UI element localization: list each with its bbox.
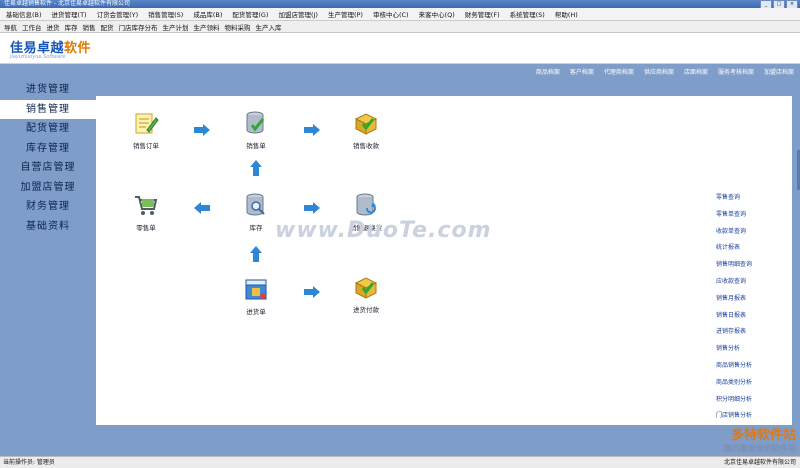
database-return-icon [356,193,376,216]
quick-links: 商品档案 客户档案 代理商档案 供应商档案 店面档案 服务考核档案 加盟店档案 [536,67,794,76]
link-points-analysis[interactable]: 积分明细分析 [716,392,776,409]
logo-band: 佳易卓越软件 Jiayizhuoyue Software [0,33,800,64]
flow-sales-order[interactable]: 销售订单 [116,110,176,150]
link-receivables[interactable]: 应收款查询 [716,274,776,291]
nav-inventory[interactable]: 库存管理 [0,139,96,159]
toolbar-production-plan[interactable]: 生产计划 [163,22,189,32]
toolbar-production-stockin[interactable]: 生产入库 [256,22,282,32]
flow-retail-slip[interactable]: 零售单 [116,192,176,232]
toolbar-sales[interactable]: 销售 [83,22,96,32]
link-receipt-query[interactable]: 收款单查询 [716,224,776,241]
arrow-right-icon [194,124,210,136]
nav-sales[interactable]: 销售管理 [0,99,96,119]
status-company: 北京佳易卓越软件有限公司 [723,459,796,466]
toolbar-material-requisition[interactable]: 生产领料 [194,22,220,32]
toolbar-distribution[interactable]: 配货 [101,22,114,32]
link-monthly-report[interactable]: 销售月报表 [716,291,776,308]
quicklink-product[interactable]: 商品档案 [536,67,560,76]
toolbar-navigation[interactable]: 导航 [4,22,17,32]
nav-basic-data[interactable]: 基础资料 [0,217,96,237]
quicklink-agent[interactable]: 代理商档案 [604,67,634,76]
menu-distribution[interactable]: 配货管理(G) [232,9,268,19]
nav-distribution[interactable]: 配货管理 [0,119,96,139]
money-box-icon [354,277,378,299]
database-check-icon [246,111,265,134]
arrow-up-icon [250,160,262,176]
menu-audit[interactable]: 审核中心(C) [373,9,409,19]
status-operator: 当前操作员: 管理员 [3,459,55,466]
app-logo: 佳易卓越软件 Jiayizhuoyue Software [10,41,92,60]
status-bar: 当前操作员: 管理员 北京佳易卓越软件有限公司 [0,456,800,468]
flow-sales-receipt[interactable]: 销售收款 [336,110,396,150]
menu-sales[interactable]: 销售管理(S) [148,9,183,19]
arrow-right-icon [304,286,320,298]
quicklink-service[interactable]: 服务考核档案 [718,67,754,76]
quicklink-franchise[interactable]: 加盟店档案 [764,67,794,76]
link-retail-query[interactable]: 零售查询 [716,190,776,207]
nav-finance[interactable]: 财务管理 [0,197,96,217]
link-sales-detail[interactable]: 销售明细查询 [716,257,776,274]
link-product-sales-analysis[interactable]: 商品销售分析 [716,358,776,375]
flow-purchase-payment[interactable]: 进货付款 [336,274,396,314]
flow-sales-slip[interactable]: 销售单 [226,110,286,150]
database-search-icon [246,193,265,216]
menu-finished-goods[interactable]: 成品库(B) [193,9,222,19]
link-daily-report[interactable]: 销售日报表 [716,308,776,325]
corner-watermark: 多特软件站 国内最安全的软件站 [724,428,796,453]
menu-help[interactable]: 帮助(H) [555,9,578,19]
window-title: 佳易卓越销售软件 - 北京佳易卓越软件有限公司 [4,0,130,7]
toolbar-workbench[interactable]: 工作台 [22,22,42,32]
link-statistics[interactable]: 统计报表 [716,240,776,257]
menu-system[interactable]: 系统管理(S) [510,9,545,19]
nav-own-store[interactable]: 自营店管理 [0,158,96,178]
flow-purchase-slip[interactable]: 进货单 [226,276,286,316]
quicklink-supplier[interactable]: 供应商档案 [644,67,674,76]
shopping-cart-icon [135,196,158,215]
arrow-right-icon [304,124,320,136]
menu-finance[interactable]: 财务管理(F) [465,9,500,19]
arrow-right-icon [304,202,320,214]
arrow-up-icon [250,246,262,262]
toolbar-store-stock[interactable]: 门店库存分布 [119,22,158,32]
menu-order-fair[interactable]: 订货会管理(Y) [97,9,139,19]
link-stock-report[interactable]: 进销存报表 [716,324,776,341]
menu-visitor[interactable]: 来客中心(Q) [419,9,455,19]
menu-bar: 基础信息(B) 进货管理(T) 订货会管理(Y) 销售管理(S) 成品库(B) … [0,8,800,21]
menu-franchise[interactable]: 加盟店管理(J) [278,9,318,19]
menu-basic-info[interactable]: 基础信息(B) [6,9,42,19]
toolbar-material-purchase[interactable]: 物料采购 [225,22,251,32]
arrow-left-icon [194,202,210,214]
menu-production[interactable]: 生产管理(P) [328,9,363,19]
menu-purchase[interactable]: 进货管理(T) [52,9,87,19]
link-sales-analysis[interactable]: 销售分析 [716,341,776,358]
nav-purchase[interactable]: 进货管理 [0,80,96,100]
link-category-analysis[interactable]: 商品类别分析 [716,375,776,392]
title-bar: 佳易卓越销售软件 - 北京佳易卓越软件有限公司 _ □ × [0,0,800,9]
quicklink-store[interactable]: 店面档案 [684,67,708,76]
report-links: 零售查询 零售单查询 收款单查询 统计报表 销售明细查询 应收款查询 销售月报表… [716,190,776,425]
order-pencil-icon [135,113,159,134]
toolbar: 导航 工作台 进货 库存 销售 配货 门店库存分布 生产计划 生产领料 物料采购… [0,21,800,33]
watermark: www.DuoTe.com [275,218,492,243]
flow-panel: 销售订单 销售单 销售收款 零售单 库存 销售退换货 进货单 进货付款 [96,96,792,425]
toolbar-purchase[interactable]: 进货 [47,22,60,32]
link-store-sales-analysis[interactable]: 门店销售分析 [716,408,776,425]
left-nav: 进货管理 销售管理 配货管理 库存管理 自营店管理 加盟店管理 财务管理 基础资… [0,80,96,236]
quicklink-customer[interactable]: 客户档案 [570,67,594,76]
nav-franchise[interactable]: 加盟店管理 [0,178,96,198]
toolbar-inventory[interactable]: 库存 [65,22,78,32]
purchase-box-icon [245,279,267,300]
money-box-icon [354,113,378,135]
link-retail-slip-query[interactable]: 零售单查询 [716,207,776,224]
